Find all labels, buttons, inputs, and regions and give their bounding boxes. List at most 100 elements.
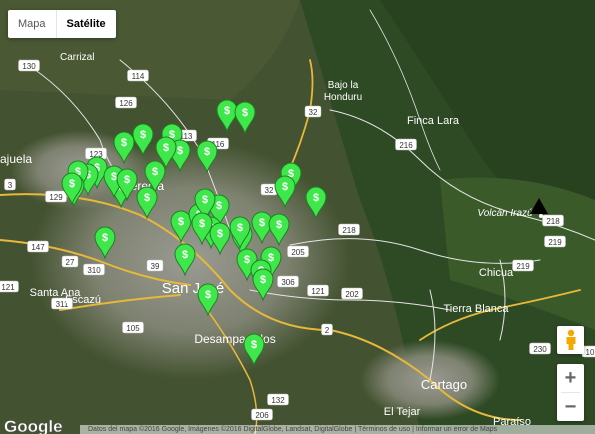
- svg-text:27: 27: [66, 258, 75, 267]
- svg-text:2: 2: [325, 326, 330, 335]
- dollar-icon: $: [69, 178, 75, 190]
- svg-text:130: 130: [22, 62, 36, 71]
- dollar-icon: $: [205, 289, 211, 301]
- place-label: Volcán Irazú: [477, 208, 533, 219]
- dollar-icon: $: [121, 137, 127, 149]
- dollar-icon: $: [111, 171, 117, 183]
- zoom-in-button[interactable]: +: [557, 364, 584, 392]
- route-shield: 2: [321, 323, 333, 336]
- dollar-icon: $: [217, 228, 223, 240]
- svg-text:310: 310: [87, 266, 101, 275]
- dollar-icon: $: [237, 222, 243, 234]
- svg-text:32: 32: [309, 108, 318, 117]
- zoom-out-button[interactable]: −: [557, 393, 584, 421]
- google-logo: Google: [4, 417, 63, 434]
- svg-text:114: 114: [132, 72, 145, 81]
- route-shield: 206: [251, 408, 273, 421]
- dollar-icon: $: [242, 107, 248, 119]
- svg-text:202: 202: [345, 290, 359, 299]
- dollar-icon: $: [140, 129, 146, 141]
- map-attribution[interactable]: Datos del mapa ©2016 Google, Imágenes ©2…: [80, 425, 595, 434]
- svg-text:219: 219: [516, 262, 530, 271]
- svg-text:39: 39: [151, 262, 160, 271]
- place-label: Bajo la: [328, 80, 359, 91]
- route-shield: 130: [18, 59, 40, 72]
- svg-text:3: 3: [8, 181, 13, 190]
- route-shield: 132: [267, 393, 289, 406]
- svg-text:219: 219: [548, 238, 562, 247]
- dollar-icon: $: [199, 218, 205, 230]
- dollar-icon: $: [182, 249, 188, 261]
- svg-text:121: 121: [311, 287, 325, 296]
- svg-text:205: 205: [291, 248, 305, 257]
- place-label: Tierra Blanca: [443, 303, 509, 315]
- svg-text:230: 230: [533, 345, 547, 354]
- dollar-icon: $: [163, 142, 169, 154]
- route-shield: 121: [307, 284, 329, 297]
- route-shield: 114: [127, 69, 149, 82]
- svg-text:206: 206: [255, 411, 269, 420]
- dollar-icon: $: [144, 192, 150, 204]
- route-shield: 219: [544, 235, 566, 248]
- route-shield: 218: [542, 214, 564, 227]
- dollar-icon: $: [216, 200, 222, 212]
- svg-text:32: 32: [265, 186, 274, 195]
- pegman-icon: [566, 329, 575, 350]
- route-shield: 306: [277, 275, 299, 288]
- route-shield: 27: [61, 255, 79, 268]
- dollar-icon: $: [313, 192, 319, 204]
- dollar-icon: $: [251, 339, 257, 351]
- map-type-control[interactable]: Mapa Satélite: [8, 10, 116, 38]
- dollar-icon: $: [177, 145, 183, 157]
- satellite-button[interactable]: Satélite: [57, 10, 116, 38]
- route-shield: 129: [45, 190, 67, 203]
- svg-text:147: 147: [31, 243, 45, 252]
- route-shield: 310: [83, 263, 105, 276]
- route-shield: 205: [287, 245, 309, 258]
- place-label: ajuela: [0, 152, 32, 166]
- route-shield: 105: [122, 321, 144, 334]
- svg-text:105: 105: [126, 324, 140, 333]
- dollar-icon: $: [244, 254, 250, 266]
- svg-text:218: 218: [546, 217, 560, 226]
- place-label: El Tejar: [384, 406, 421, 418]
- dollar-icon: $: [259, 217, 265, 229]
- route-shield: 230: [529, 342, 551, 355]
- dollar-icon: $: [260, 274, 266, 286]
- dollar-icon: $: [204, 146, 210, 158]
- route-shield: 3: [4, 178, 16, 191]
- place-label: Chicua: [479, 267, 514, 279]
- svg-text:216: 216: [399, 141, 413, 150]
- route-shield: 126: [115, 96, 137, 109]
- place-label: Escazú: [65, 294, 101, 306]
- svg-text:10: 10: [586, 348, 595, 357]
- route-shield: 216: [395, 138, 417, 151]
- dollar-icon: $: [224, 105, 230, 117]
- dollar-icon: $: [202, 194, 208, 206]
- street-view-control[interactable]: [557, 326, 584, 354]
- route-shield: 39: [146, 259, 164, 272]
- dollar-icon: $: [102, 232, 108, 244]
- svg-text:121: 121: [1, 283, 15, 292]
- svg-text:218: 218: [342, 226, 356, 235]
- dollar-icon: $: [124, 174, 130, 186]
- dollar-icon: $: [282, 181, 288, 193]
- dollar-icon: $: [268, 252, 274, 264]
- dollar-icon: $: [152, 166, 158, 178]
- map-button[interactable]: Mapa: [8, 10, 56, 38]
- svg-text:306: 306: [281, 278, 295, 287]
- route-shield: 147: [27, 240, 49, 253]
- place-label: Honduru: [324, 92, 362, 103]
- route-shield: 219: [512, 259, 534, 272]
- route-shield: 218: [338, 223, 360, 236]
- dollar-icon: $: [276, 219, 282, 231]
- zoom-control[interactable]: + −: [557, 364, 584, 421]
- svg-text:132: 132: [271, 396, 285, 405]
- route-shield: 202: [341, 287, 363, 300]
- place-label: Cartago: [421, 377, 467, 392]
- place-label: Finca Lara: [407, 115, 460, 127]
- satellite-map[interactable]: 1301141263211311612321612933221821814727…: [0, 0, 595, 434]
- dollar-icon: $: [178, 216, 184, 228]
- place-label: Carrizal: [60, 52, 94, 63]
- route-shield: 121: [0, 280, 19, 293]
